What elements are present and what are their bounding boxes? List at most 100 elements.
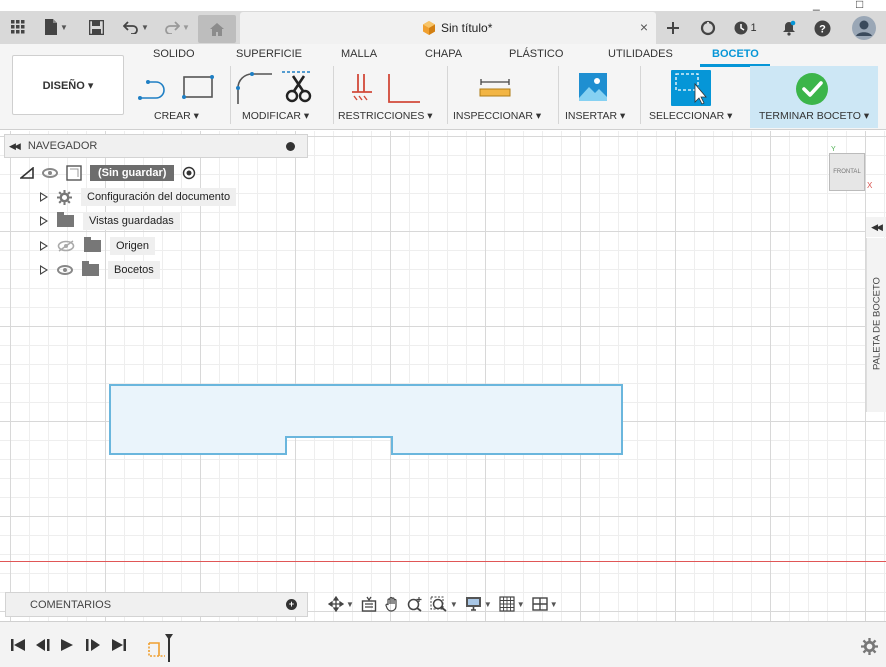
look-at-tool[interactable] (361, 596, 377, 612)
user-profile-button[interactable] (850, 15, 878, 41)
collapsed-triangle-icon[interactable] (40, 216, 48, 226)
visibility-eye-icon[interactable] (42, 168, 58, 178)
tab-solido[interactable]: SOLIDO (153, 48, 195, 60)
file-menu-button[interactable]: ▼ (40, 15, 72, 39)
redo-button[interactable]: ▼ (160, 15, 194, 39)
chevron-down-icon: ▼ (141, 22, 149, 32)
zoom-tool[interactable] (407, 596, 423, 612)
step-forward-icon[interactable] (86, 639, 100, 651)
extensions-button[interactable] (697, 15, 719, 41)
job-status-button[interactable]: 1 (730, 15, 760, 41)
view-cube[interactable]: FRONTAL (829, 153, 865, 191)
help-icon: ? (814, 20, 830, 36)
add-comment-icon[interactable]: + (286, 599, 297, 610)
expanded-triangle-icon[interactable] (20, 167, 34, 179)
create-polyline-icon[interactable] (138, 74, 176, 102)
group-divider (230, 66, 231, 124)
help-button[interactable]: ? (811, 15, 833, 41)
tree-item-saved-views[interactable]: Vistas guardadas (40, 211, 180, 231)
fillet-tool-icon[interactable] (236, 70, 274, 104)
group-divider (447, 66, 448, 124)
comments-panel[interactable]: COMENTARIOS + (5, 592, 308, 617)
visibility-eye-icon[interactable] (57, 265, 73, 275)
inspect-menu[interactable]: INSPECCIONAR ▾ (453, 110, 541, 122)
tab-plastico[interactable]: PLÁSTICO (509, 48, 563, 60)
restore-button[interactable]: □ (856, 0, 863, 11)
coincident-constraint-icon[interactable] (350, 72, 374, 102)
save-button[interactable] (86, 15, 106, 39)
orbit-tool[interactable]: ▼ (328, 596, 354, 612)
tree-item-origin[interactable]: Origen (40, 236, 156, 256)
finish-sketch-button[interactable]: TERMINAR BOCETO ▾ (750, 66, 878, 128)
go-to-end-icon[interactable] (112, 639, 126, 651)
tree-item-label: Origen (110, 237, 156, 255)
refresh-cloud-icon (700, 20, 716, 36)
tree-item-document-settings[interactable]: Configuración del documento (40, 187, 237, 207)
hidden-eye-icon[interactable] (57, 240, 75, 252)
workspace-switcher[interactable]: DISEÑO ▾ (12, 55, 124, 115)
pan-tool[interactable] (384, 596, 400, 612)
clock-icon (734, 21, 748, 35)
expand-palette-icon[interactable]: ◀◀ (866, 217, 886, 237)
folder-icon (57, 212, 74, 227)
insert-menu[interactable]: INSERTAR ▾ (565, 110, 625, 122)
sketch-feature-icon[interactable] (148, 632, 174, 662)
fit-tool[interactable]: ▼ (430, 596, 458, 612)
avatar-icon (852, 16, 876, 40)
new-tab-button[interactable] (662, 15, 684, 41)
measure-ruler-icon[interactable] (479, 78, 511, 98)
tab-superficie[interactable]: SUPERFICIE (236, 48, 302, 60)
plus-icon (667, 22, 679, 34)
home-button[interactable] (198, 15, 236, 43)
constraints-menu[interactable]: RESTRICCIONES ▾ (338, 110, 433, 122)
navigation-toolbar: ▼ ▼ ▼ ▼ ▼ (328, 592, 558, 616)
component-icon (66, 165, 82, 181)
grid-settings-tool[interactable]: ▼ (499, 596, 525, 612)
view-cube-face[interactable]: FRONTAL (833, 169, 861, 175)
play-icon[interactable] (61, 639, 73, 651)
chevron-down-icon: ▼ (346, 599, 354, 609)
navigator-header[interactable]: ◀◀ NAVEGADOR (4, 134, 308, 158)
data-panel-button[interactable] (8, 15, 28, 39)
sketch-canvas[interactable]: ◀◀ NAVEGADOR (Sin guardar) Configuración… (0, 131, 886, 621)
tree-root[interactable]: (Sin guardar) (20, 163, 196, 183)
rectangle-tool-icon[interactable] (181, 74, 215, 100)
document-tab[interactable]: Sin título* × (240, 12, 656, 46)
go-to-start-icon[interactable] (11, 639, 25, 651)
display-settings-tool[interactable]: ▼ (465, 596, 492, 612)
activate-radio-icon[interactable] (182, 166, 196, 180)
perpendicular-constraint-icon[interactable] (386, 72, 422, 104)
sketch-palette-label: PALETA DE BOCETO (871, 277, 883, 370)
tab-chapa[interactable]: CHAPA (425, 48, 462, 60)
select-menu[interactable]: SELECCIONAR ▾ (649, 110, 732, 122)
step-back-icon[interactable] (36, 639, 50, 651)
sketch-palette-tab[interactable]: PALETA DE BOCETO (866, 238, 886, 412)
viewports-tool[interactable]: ▼ (531, 597, 558, 611)
zoom-icon (407, 597, 422, 612)
trim-scissors-icon[interactable] (280, 70, 314, 104)
undo-button[interactable]: ▼ (118, 15, 154, 39)
create-menu[interactable]: CREAR ▾ (154, 110, 199, 122)
collapsed-triangle-icon[interactable] (40, 265, 48, 275)
look-at-icon (361, 596, 377, 612)
minimize-button[interactable]: _ (813, 0, 820, 11)
collapsed-triangle-icon[interactable] (40, 192, 48, 202)
select-tool-button[interactable] (671, 70, 711, 106)
collapsed-triangle-icon[interactable] (40, 241, 48, 251)
modify-menu[interactable]: MODIFICAR ▾ (242, 110, 309, 122)
collapse-arrows-icon[interactable]: ◀◀ (9, 141, 21, 152)
pin-icon[interactable] (286, 142, 295, 151)
tab-boceto[interactable]: BOCETO (712, 48, 759, 60)
svg-text:?: ? (819, 23, 826, 35)
insert-image-icon[interactable] (578, 72, 608, 102)
notifications-button[interactable] (778, 15, 800, 41)
tab-malla[interactable]: MALLA (341, 48, 377, 60)
tab-utilidades[interactable]: UTILIDADES (608, 48, 673, 60)
tree-item-sketches[interactable]: Bocetos (40, 260, 160, 280)
timeline-settings-gear-icon[interactable] (861, 638, 878, 655)
redo-icon (165, 21, 181, 34)
zoom-window-icon (430, 596, 447, 612)
group-divider (333, 66, 334, 124)
close-tab-button[interactable]: × (640, 19, 648, 35)
grid-menu-icon (11, 20, 25, 34)
